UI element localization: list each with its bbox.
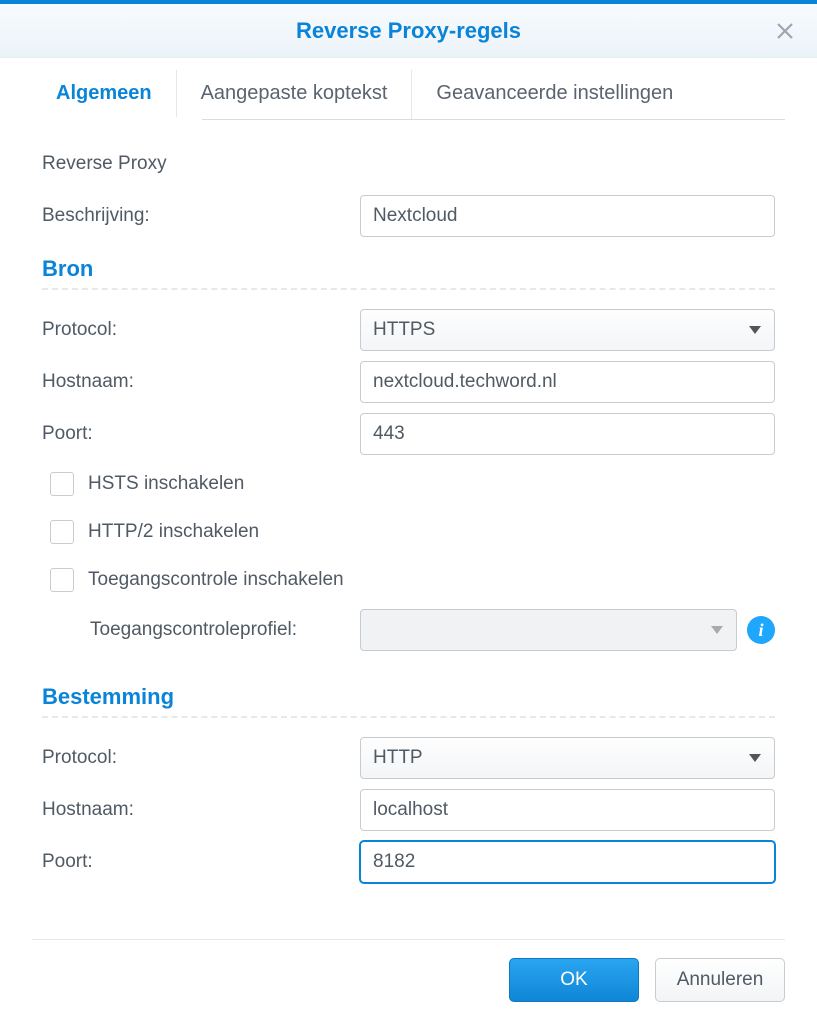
access-control-checkbox[interactable]: [50, 568, 74, 592]
cancel-button[interactable]: Annuleren: [655, 958, 785, 1002]
hsts-checkbox[interactable]: [50, 472, 74, 496]
close-button[interactable]: [773, 19, 797, 43]
dest-hostname-input[interactable]: [360, 789, 775, 831]
source-hostname-row: Hostnaam:: [42, 356, 775, 408]
access-profile-row: Toegangscontroleprofiel: i: [42, 604, 775, 656]
http2-label: HTTP/2 inschakelen: [88, 521, 259, 543]
description-input[interactable]: [360, 195, 775, 237]
close-icon: [776, 22, 794, 40]
hsts-row: HSTS inschakelen: [42, 460, 775, 508]
dest-protocol-select[interactable]: HTTP: [360, 737, 775, 779]
description-row: Beschrijving:: [42, 190, 775, 242]
dialog-window: Reverse Proxy-regels Algemeen Aangepaste…: [0, 0, 817, 1024]
divider: [42, 288, 775, 290]
source-port-label: Poort:: [42, 423, 360, 445]
http2-row: HTTP/2 inschakelen: [42, 508, 775, 556]
chevron-down-icon: [748, 747, 762, 769]
hsts-label: HSTS inschakelen: [88, 473, 244, 495]
access-control-label: Toegangscontrole inschakelen: [88, 569, 344, 591]
dest-hostname-label: Hostnaam:: [42, 799, 360, 821]
source-protocol-value: HTTPS: [373, 319, 435, 341]
access-control-row: Toegangscontrole inschakelen: [42, 556, 775, 604]
tabbar: Algemeen Aangepaste koptekst Geavanceerd…: [32, 70, 785, 120]
content-area: Reverse Proxy Beschrijving: Bron Protoco…: [0, 120, 817, 939]
titlebar: Reverse Proxy-regels: [0, 4, 817, 58]
http2-checkbox[interactable]: [50, 520, 74, 544]
source-hostname-label: Hostnaam:: [42, 371, 360, 393]
dest-protocol-row: Protocol: HTTP: [42, 732, 775, 784]
source-port-row: Poort:: [42, 408, 775, 460]
tab-custom-header[interactable]: Aangepaste koptekst: [176, 70, 412, 119]
ok-button[interactable]: OK: [509, 958, 639, 1002]
dest-protocol-value: HTTP: [373, 747, 423, 769]
window-title: Reverse Proxy-regels: [296, 18, 521, 44]
reverse-proxy-heading: Reverse Proxy: [42, 153, 167, 175]
dest-port-input[interactable]: [360, 841, 775, 883]
footer: OK Annuleren: [32, 939, 785, 1024]
tab-advanced-settings[interactable]: Geavanceerde instellingen: [411, 70, 697, 119]
section-source-title: Bron: [42, 256, 775, 282]
dest-hostname-row: Hostnaam:: [42, 784, 775, 836]
source-protocol-select[interactable]: HTTPS: [360, 309, 775, 351]
source-hostname-input[interactable]: [360, 361, 775, 403]
tab-general[interactable]: Algemeen: [32, 70, 176, 119]
access-profile-select: [360, 609, 737, 651]
source-protocol-row: Protocol: HTTPS: [42, 304, 775, 356]
dest-protocol-label: Protocol:: [42, 747, 360, 769]
reverse-proxy-heading-row: Reverse Proxy: [42, 138, 775, 190]
access-profile-label: Toegangscontroleprofiel:: [90, 619, 360, 641]
section-destination-title: Bestemming: [42, 684, 775, 710]
description-label: Beschrijving:: [42, 205, 360, 227]
divider: [42, 716, 775, 718]
chevron-down-icon: [710, 619, 724, 641]
dest-port-label: Poort:: [42, 851, 360, 873]
source-protocol-label: Protocol:: [42, 319, 360, 341]
source-port-input[interactable]: [360, 413, 775, 455]
info-icon[interactable]: i: [747, 616, 775, 644]
chevron-down-icon: [748, 319, 762, 341]
dest-port-row: Poort:: [42, 836, 775, 888]
